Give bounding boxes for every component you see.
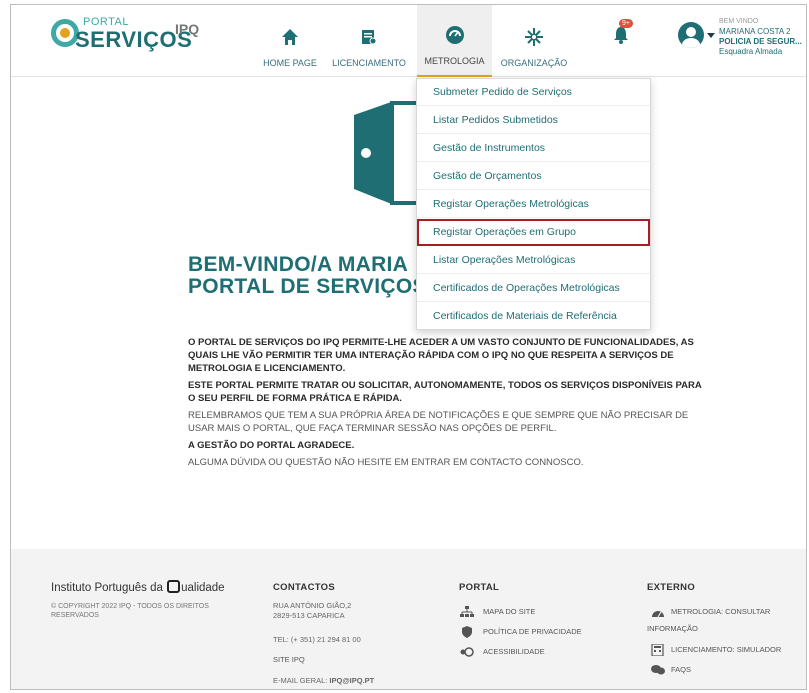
footer-link-faqs[interactable]: FAQS [671,665,691,675]
portal-paragraph: ESTE PORTAL PERMITE TRATAR OU SOLICITAR,… [188,380,702,404]
home-icon [278,24,302,50]
avatar[interactable] [678,22,704,48]
nav-home[interactable]: HOME PAGE [259,5,321,77]
user-unit: Esquadra Almada [719,47,783,56]
footer-email: E-MAIL GERAL: IPQ@IPQ.PT [273,676,374,686]
intro-paragraph: O PORTAL DE SERVIÇOS DO IPQ PERMITE-LHE … [188,337,694,374]
footer-address-2: 2829-513 CAPARICA [273,611,345,620]
nav-licenciamento-label: LICENCIAMENTO [332,58,406,68]
title-line-1: BEM-VINDO/A MARIA [188,253,409,276]
menu-item-submeter-pedido[interactable]: Submeter Pedido de Serviços [417,79,650,106]
reminder-paragraph: RELEMBRAMOS QUE TEM A SUA PRÓPRIA ÁREA D… [188,410,689,434]
document-icon [357,24,381,50]
title-line-2: PORTAL DE SERVIÇOS [188,275,427,298]
metrologia-dropdown-menu: Submeter Pedido de Serviços Listar Pedid… [416,78,651,330]
menu-item-gestao-instrumentos[interactable]: Gestão de Instrumentos [417,135,650,162]
footer-link-metrologia-cont[interactable]: INFORMAÇÃO [647,624,698,634]
nav-metrologia[interactable]: METROLOGIA [417,5,492,77]
nav-home-label: HOME PAGE [263,58,317,68]
chevron-down-icon[interactable] [707,33,715,38]
footer-brand-after: ualidade [181,582,225,594]
page-title: BEM-VINDO/A MARIA PORTAL DE SERVIÇOS [188,254,427,298]
bell-icon[interactable] [611,25,631,45]
notification-badge: 9+ [619,19,633,28]
footer-brand: Instituto Português da ualidade [51,580,225,594]
page-footer: Instituto Português da ualidade © COPYRI… [11,549,806,689]
nav-organizacao-label: ORGANIZAÇÃO [500,58,568,68]
calculator-icon [651,643,665,657]
footer-brand-before: Instituto Português da [51,582,163,594]
footer-email-label: E-MAIL GERAL: [273,676,328,685]
shield-icon [460,625,474,638]
footer-site-link[interactable]: SITE IPQ [273,655,305,665]
footer-contactos-heading: CONTACTOS [273,582,335,593]
footer-tel: TEL: (+ 351) 21 294 81 00 [273,635,361,644]
accessibility-icon [460,645,474,657]
sitemap-icon [460,605,474,617]
footer-link-metrologia[interactable]: METROLOGIA: CONSULTAR [671,607,770,617]
user-welcome: BEM VINDO [719,18,759,25]
footer-link-licenciamento[interactable]: LICENCIAMENTO: SIMULADOR [671,645,781,655]
menu-item-registar-grupo[interactable]: Registar Operações em Grupo [417,219,650,246]
chat-icon [651,663,665,675]
footer-externo-heading: EXTERNO [647,582,696,593]
nav-metrologia-label: METROLOGIA [424,56,485,66]
menu-item-certificados-materiais[interactable]: Certificados de Materiais de Referência [417,303,650,330]
menu-item-certificados-operacoes[interactable]: Certificados de Operações Metrológicas [417,275,650,302]
gauge-icon [651,605,665,618]
welcome-text: O PORTAL DE SERVIÇOS DO IPQ PERMITE-LHE … [188,336,708,473]
footer-link-mapa[interactable]: MAPA DO SITE [483,607,535,617]
nav-organizacao[interactable]: ORGANIZAÇÃO [499,5,569,77]
user-menu[interactable]: BEM VINDO MARIANA COSTA 2 POLICIA DE SEG… [719,17,802,57]
footer-portal-heading: PORTAL [459,582,500,593]
nav-licenciamento[interactable]: LICENCIAMENTO [327,5,411,77]
portal-logo[interactable]: PORTAL SERVIÇOS [51,15,192,55]
menu-item-registar-operacoes[interactable]: Registar Operações Metrológicas [417,191,650,218]
q-logo-icon [167,580,181,593]
footer-copyright: © COPYRIGHT 2022 IPQ - TODOS OS DIREITOS… [51,603,209,619]
door-illustration-icon [354,97,424,207]
ipq-logo[interactable]: IPQ [175,21,199,37]
user-org: POLICIA DE SEGUR... [719,37,802,46]
user-name: MARIANA COSTA 2 [719,27,791,36]
contact-paragraph: ALGUMA DÚVIDA OU QUESTÃO NÃO HESITE EM E… [188,457,584,468]
menu-item-listar-operacoes[interactable]: Listar Operações Metrológicas [417,247,650,274]
app-frame: PORTAL SERVIÇOS IPQ HOME PAGE LICENCIAME… [10,4,807,690]
menu-item-listar-pedidos[interactable]: Listar Pedidos Submetidos [417,107,650,134]
gauge-icon [443,22,467,48]
footer-email-value[interactable]: IPQ@IPQ.PT [329,676,374,685]
footer-address-1: RUA ANTÓNIO GIÃO,2 [273,601,352,610]
menu-item-gestao-orcamentos[interactable]: Gestão de Orçamentos [417,163,650,190]
network-icon [522,24,546,50]
top-header: PORTAL SERVIÇOS IPQ HOME PAGE LICENCIAME… [11,5,806,77]
footer-link-privacidade[interactable]: POLÍTICA DE PRIVACIDADE [483,627,582,637]
footer-link-acessibilidade[interactable]: ACESSIBILIDADE [483,647,545,657]
thanks-paragraph: A GESTÃO DO PORTAL AGRADECE. [188,440,355,451]
